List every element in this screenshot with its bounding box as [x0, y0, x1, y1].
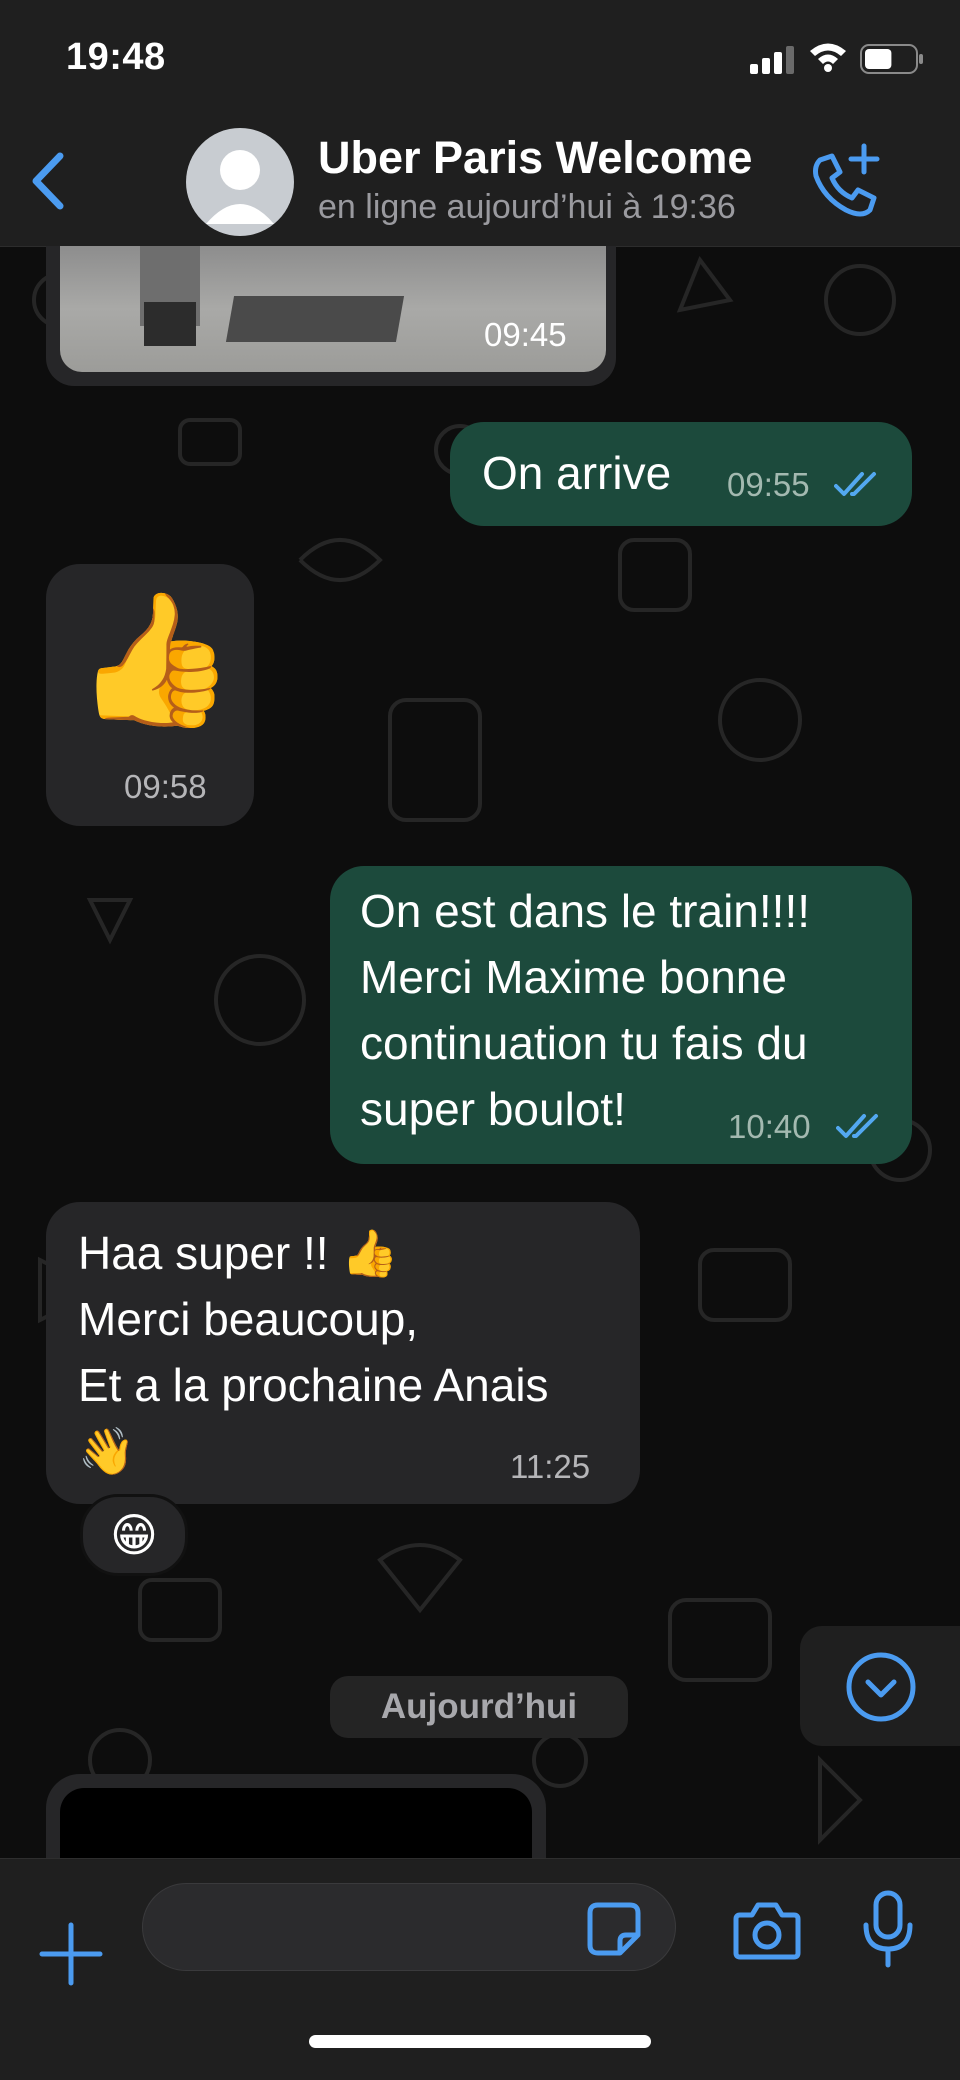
signal-icon — [750, 46, 794, 74]
message-text: On est dans le train!!!! — [360, 885, 811, 937]
message-time: 09:45 — [484, 316, 567, 353]
incoming-message[interactable]: 👍 09:58 — [46, 564, 254, 826]
incoming-message[interactable]: Haa super !! 👍 Merci beaucoup, Et a la p… — [46, 1202, 640, 1504]
contact-status: en ligne aujourd’hui à 19:36 — [318, 188, 736, 226]
message-text: continuation tu fais du — [360, 1017, 808, 1069]
emoji-message: 👍 — [74, 586, 236, 732]
add-call-icon[interactable] — [806, 142, 886, 222]
reaction-badge[interactable]: 😁 — [80, 1494, 188, 1576]
battery-icon — [860, 44, 923, 74]
microphone-icon[interactable] — [858, 1889, 918, 1969]
message-text: On arrive — [482, 447, 672, 499]
message-time: 09:58 — [124, 768, 207, 805]
avatar-placeholder-icon — [206, 150, 274, 224]
message-text: Et a la prochaine Anais — [78, 1359, 549, 1411]
home-indicator — [309, 2035, 651, 2048]
camera-icon[interactable] — [732, 1895, 802, 1965]
message-text: Merci Maxime bonne — [360, 951, 787, 1003]
back-chevron-icon[interactable] — [20, 146, 80, 216]
sticker-icon[interactable] — [584, 1899, 644, 1959]
double-check-icon — [836, 1114, 878, 1138]
double-check-icon — [834, 472, 876, 496]
message-text: Haa super !! 👍 — [78, 1227, 399, 1279]
outgoing-message[interactable]: On arrive 09:55 — [450, 422, 912, 526]
date-separator-label: Aujourd’hui — [380, 1687, 578, 1726]
message-text: Merci beaucoup, — [78, 1293, 419, 1345]
message-time: 10:40 — [728, 1108, 811, 1145]
message-text: 👋 — [78, 1425, 136, 1477]
plus-icon[interactable] — [36, 1919, 106, 1989]
outgoing-message[interactable]: On est dans le train!!!! Merci Maxime bo… — [330, 866, 912, 1164]
message-text: super boulot! — [360, 1083, 626, 1135]
message-time: 09:55 — [727, 466, 810, 503]
avatar[interactable] — [186, 128, 294, 236]
composer-bar — [0, 1858, 960, 2080]
message-time: 11:25 — [510, 1448, 591, 1485]
image-message[interactable]: 09:45 — [46, 246, 616, 386]
wifi-icon — [810, 43, 846, 72]
date-separator: Aujourd’hui — [330, 1676, 628, 1738]
contact-name[interactable]: Uber Paris Welcome — [318, 132, 752, 184]
status-bar: 19:48 — [0, 0, 960, 120]
scroll-down-button[interactable] — [800, 1626, 960, 1746]
chat-header: Uber Paris Welcome en ligne aujourd’hui … — [0, 120, 960, 247]
status-time: 19:48 — [66, 36, 166, 78]
scroll-down-chevron-icon — [846, 1652, 916, 1722]
